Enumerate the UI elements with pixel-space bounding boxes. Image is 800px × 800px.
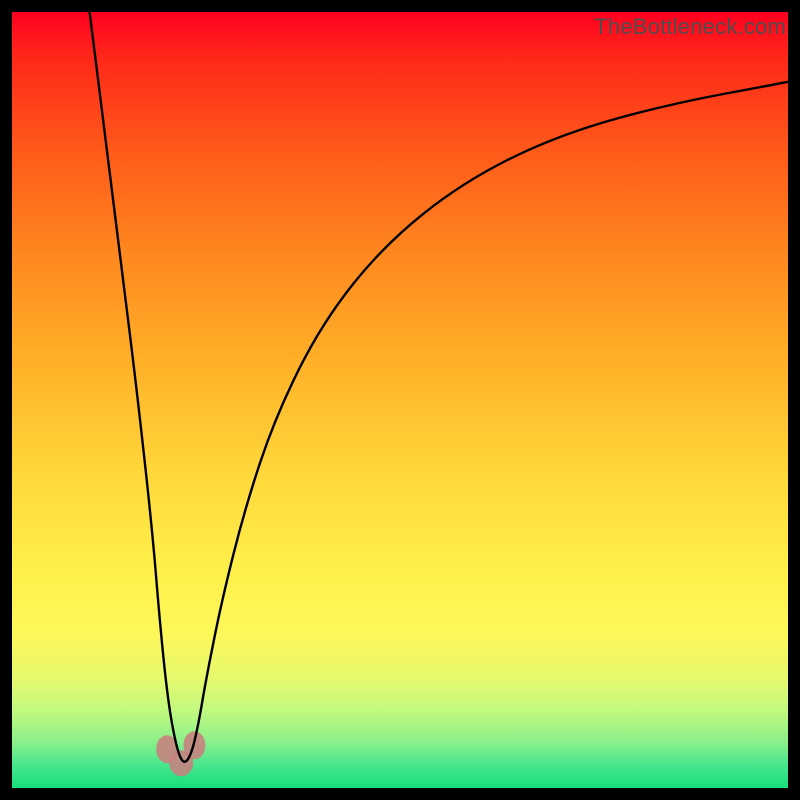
chart-frame: TheBottleneck.com	[0, 0, 800, 800]
watermark-text: TheBottleneck.com	[594, 14, 786, 40]
plot-gradient-background	[12, 12, 788, 788]
